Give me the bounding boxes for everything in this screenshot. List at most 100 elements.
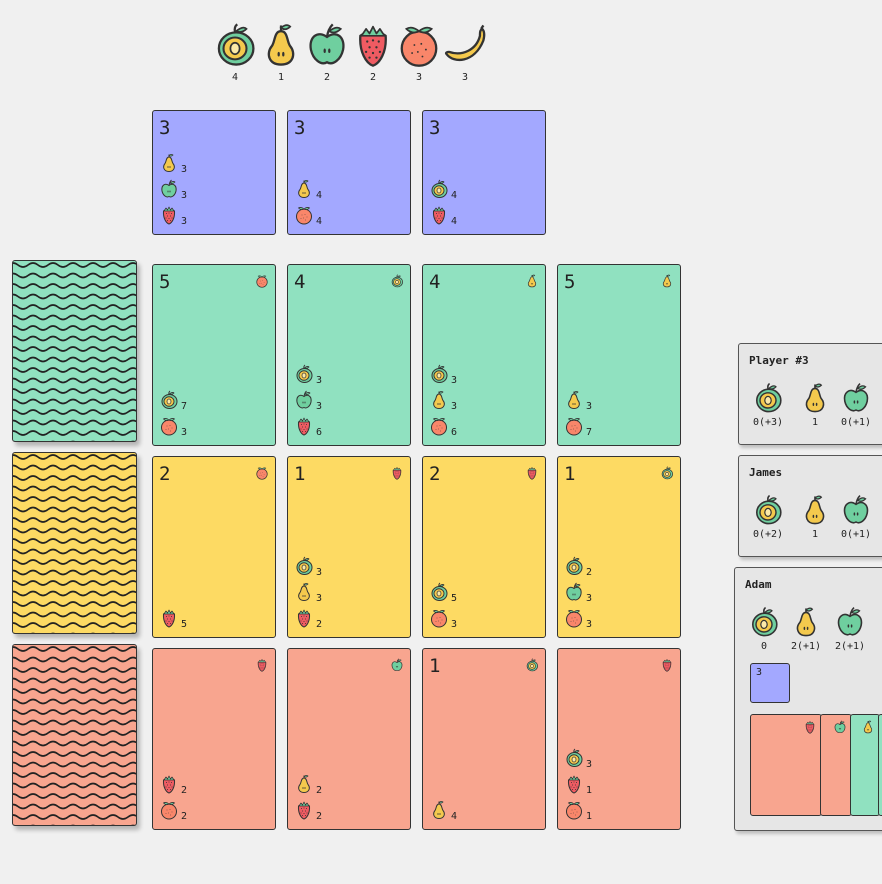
reserved-noble-card[interactable]: 3: [750, 663, 790, 703]
pear-icon: [785, 606, 827, 638]
cost-count: 3: [451, 374, 458, 386]
orange-icon: [429, 416, 449, 440]
wave-pattern: [13, 261, 136, 441]
deck-tier-1[interactable]: [12, 644, 137, 826]
cost-item: 4: [429, 178, 457, 204]
cost-count: 4: [451, 189, 458, 201]
card-points: 1: [294, 463, 306, 485]
pear-icon: [429, 390, 449, 414]
cost-item: 3: [429, 363, 457, 389]
owned-card[interactable]: [820, 714, 852, 816]
card-cost-list: 22: [294, 773, 322, 825]
deck-tier-3[interactable]: [12, 260, 137, 442]
bank-token-strawberry[interactable]: 2: [350, 22, 396, 83]
noble-card[interactable]: 344: [422, 110, 546, 235]
development-card[interactable]: 3 1 1: [557, 648, 681, 830]
cost-count: 3: [181, 163, 188, 175]
development-card[interactable]: 4 3 3 6: [287, 264, 411, 446]
cost-count: 6: [451, 426, 458, 438]
development-card[interactable]: 22: [287, 648, 411, 830]
cost-count: 7: [181, 400, 188, 412]
cost-item: 4: [429, 799, 457, 825]
strawberry-icon: [294, 608, 314, 632]
player-stat: 1: [811, 417, 819, 428]
player-stat: 0(+2): [752, 529, 784, 540]
card-cost-list: 22: [159, 773, 187, 825]
cost-item: 1: [564, 773, 592, 799]
bank-token-pear[interactable]: 1: [258, 22, 304, 83]
cost-count: 4: [316, 189, 323, 201]
pear-icon: [564, 390, 584, 414]
bank-token-lime[interactable]: 4: [212, 22, 258, 83]
player-panel-active: Adam 0 2(+1) 2(+1) 3: [734, 567, 882, 831]
owned-card[interactable]: [750, 714, 822, 816]
card-cost-list: 3 3 3: [159, 152, 187, 230]
cost-count: 5: [451, 592, 458, 604]
development-card[interactable]: 22: [152, 648, 276, 830]
card-cost-list: 73: [159, 389, 187, 441]
lime-icon: [525, 657, 539, 676]
banana-icon: [442, 22, 488, 68]
cost-count: 3: [316, 400, 323, 412]
development-card[interactable]: 25: [152, 456, 276, 638]
strawberry-icon: [564, 774, 584, 798]
orange-icon: [255, 273, 269, 292]
card-cost-list: 3 3 6: [294, 363, 322, 441]
strawberry-icon: [350, 22, 396, 68]
orange-icon: [429, 608, 449, 632]
cost-item: 3: [159, 152, 187, 178]
orange-icon: [255, 465, 269, 484]
player-panel: Player #3 0(+3) 1 0(+1): [738, 343, 882, 445]
card-cost-list: 3 3 6: [429, 363, 457, 441]
cost-count: 2: [181, 784, 188, 796]
cost-item: 3: [294, 363, 322, 389]
cost-item: 2: [564, 555, 592, 581]
development-card[interactable]: 253: [422, 456, 546, 638]
orange-icon: [564, 416, 584, 440]
development-card[interactable]: 1 2 3 3: [557, 456, 681, 638]
owned-card[interactable]: [878, 714, 882, 816]
card-points: 5: [159, 271, 171, 293]
cost-item: 3: [429, 389, 457, 415]
bank-token-orange[interactable]: 3: [396, 22, 442, 83]
deck-tier-2[interactable]: [12, 452, 137, 634]
lime-icon: [429, 582, 449, 606]
card-cost-list: 53: [429, 581, 457, 633]
strawberry-icon: [294, 416, 314, 440]
player-stat: 1: [811, 529, 819, 540]
cost-count: 3: [586, 618, 593, 630]
cost-count: 4: [451, 215, 458, 227]
orange-icon: [564, 800, 584, 824]
cost-item: 3: [564, 747, 592, 773]
cost-item: 3: [294, 581, 322, 607]
lime-icon: [390, 273, 404, 292]
development-card[interactable]: 4 3 3 6: [422, 264, 546, 446]
wave-pattern: [13, 645, 136, 825]
player-stat: 0(+1): [840, 417, 872, 428]
development-card[interactable]: 537: [557, 264, 681, 446]
development-card[interactable]: 1 3 3 2: [287, 456, 411, 638]
apple-icon: [835, 494, 877, 526]
orange-icon: [159, 800, 179, 824]
orange-icon: [159, 416, 179, 440]
cost-item: 2: [294, 799, 322, 825]
cost-item: 3: [159, 415, 187, 441]
strawberry-icon: [159, 205, 179, 229]
strawberry-icon: [159, 608, 179, 632]
lime-icon: [747, 382, 789, 414]
card-cost-list: 44: [294, 178, 322, 230]
noble-card[interactable]: 344: [287, 110, 411, 235]
bank-token-apple[interactable]: 2: [304, 22, 350, 83]
bank-token-banana[interactable]: 3: [442, 22, 488, 83]
player-name: Player #3: [749, 354, 809, 367]
development-card[interactable]: 14: [422, 648, 546, 830]
owned-card[interactable]: [850, 714, 880, 816]
card-points: 3: [159, 117, 171, 139]
apple-icon: [390, 657, 404, 676]
orange-icon: [564, 608, 584, 632]
cost-count: 2: [316, 810, 323, 822]
noble-card[interactable]: 3 3 3 3: [152, 110, 276, 235]
development-card[interactable]: 573: [152, 264, 276, 446]
strawberry-icon: [429, 205, 449, 229]
lime-icon: [743, 606, 785, 638]
